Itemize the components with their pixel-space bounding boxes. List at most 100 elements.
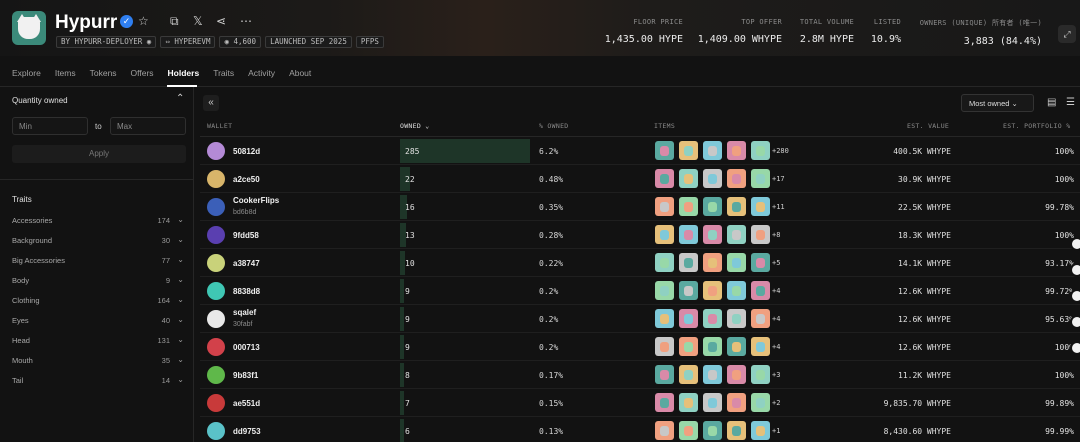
float-action-button[interactable]	[1070, 315, 1080, 329]
item-thumbnail[interactable]	[679, 141, 698, 160]
tab-about[interactable]: About	[289, 68, 311, 78]
item-thumbnail[interactable]	[679, 225, 698, 244]
chevron-up-icon[interactable]: ⌃	[176, 93, 184, 104]
table-row[interactable]: 50812d 285 6.2% +280 400.5K WHYPE 100%	[200, 137, 1080, 165]
more-items-count[interactable]: +4	[772, 287, 780, 295]
item-thumbnail[interactable]	[727, 393, 746, 412]
table-row[interactable]: sqalef 30fabf 9 0.2% +4 12.6K WHYPE 95.63%	[200, 305, 1080, 333]
item-thumbnail[interactable]	[679, 365, 698, 384]
item-thumbnail[interactable]	[703, 141, 722, 160]
max-input[interactable]: Max	[110, 117, 186, 135]
item-thumbnail[interactable]	[655, 337, 674, 356]
item-thumbnail[interactable]	[751, 365, 770, 384]
sort-select[interactable]: Most owned ⌄	[961, 94, 1034, 112]
grid-view-icon[interactable]: ☰	[1066, 97, 1075, 108]
item-thumbnail[interactable]	[727, 337, 746, 356]
item-thumbnail[interactable]	[727, 197, 746, 216]
item-thumbnail[interactable]	[751, 281, 770, 300]
apply-button[interactable]: Apply	[12, 145, 186, 163]
item-thumbnail[interactable]	[751, 421, 770, 440]
wallet-name[interactable]: 000713	[233, 343, 260, 352]
more-items-count[interactable]: +2	[772, 399, 780, 407]
more-items-count[interactable]: +1	[772, 427, 780, 435]
tab-traits[interactable]: Traits	[213, 68, 234, 78]
more-items-count[interactable]: +3	[772, 371, 780, 379]
item-thumbnail[interactable]	[679, 281, 698, 300]
float-action-button[interactable]	[1070, 263, 1080, 277]
wallet-name[interactable]: a2ce50	[233, 175, 260, 184]
wallet-name[interactable]: sqalef	[233, 308, 256, 317]
table-row[interactable]: CookerFlips bd6b8d 16 0.35% +11 22.5K WHYPE 99…	[200, 193, 1080, 221]
item-thumbnail[interactable]	[679, 337, 698, 356]
wallet-name[interactable]: 9b83f1	[233, 371, 258, 380]
item-thumbnail[interactable]	[751, 225, 770, 244]
tab-items[interactable]: Items	[55, 68, 76, 78]
header-owned[interactable]: OWNED ⌄	[400, 122, 430, 130]
float-action-button[interactable]	[1070, 237, 1080, 251]
item-thumbnail[interactable]	[703, 253, 722, 272]
more-items-count[interactable]: +17	[772, 175, 785, 183]
tab-activity[interactable]: Activity	[248, 68, 275, 78]
item-thumbnail[interactable]	[679, 197, 698, 216]
share-icon[interactable]: ⋖	[216, 14, 226, 28]
item-thumbnail[interactable]	[751, 253, 770, 272]
collapse-sidebar-button[interactable]: «	[203, 95, 219, 111]
item-thumbnail[interactable]	[703, 225, 722, 244]
item-thumbnail[interactable]	[655, 393, 674, 412]
table-row[interactable]: a38747 10 0.22% +5 14.1K WHYPE 93.17%	[200, 249, 1080, 277]
item-thumbnail[interactable]	[655, 365, 674, 384]
item-thumbnail[interactable]	[655, 225, 674, 244]
item-thumbnail[interactable]	[703, 337, 722, 356]
trait-filter-tail[interactable]: Tail 14 ⌄	[12, 375, 186, 388]
star-icon[interactable]: ☆	[138, 14, 149, 28]
trait-filter-accessories[interactable]: Accessories 174 ⌄	[12, 215, 186, 228]
item-thumbnail[interactable]	[751, 393, 770, 412]
tab-offers[interactable]: Offers	[131, 68, 154, 78]
item-thumbnail[interactable]	[703, 393, 722, 412]
table-row[interactable]: ae551d 7 0.15% +2 9,835.70 WHYPE 99.89%	[200, 389, 1080, 417]
float-action-button[interactable]	[1070, 289, 1080, 303]
wallet-address[interactable]: 30fabf	[233, 321, 252, 328]
wallet-name[interactable]: 8838d8	[233, 287, 260, 296]
table-row[interactable]: a2ce50 22 0.48% +17 30.9K WHYPE 100%	[200, 165, 1080, 193]
item-thumbnail[interactable]	[751, 197, 770, 216]
item-thumbnail[interactable]	[703, 365, 722, 384]
wallet-name[interactable]: CookerFlips	[233, 196, 279, 205]
table-row[interactable]: 9fdd58 13 0.28% +8 18.3K WHYPE 100%	[200, 221, 1080, 249]
item-thumbnail[interactable]	[655, 169, 674, 188]
item-thumbnail[interactable]	[727, 281, 746, 300]
wallet-name[interactable]: a38747	[233, 259, 260, 268]
item-thumbnail[interactable]	[655, 309, 674, 328]
item-thumbnail[interactable]	[655, 197, 674, 216]
more-items-count[interactable]: +5	[772, 259, 780, 267]
item-thumbnail[interactable]	[703, 281, 722, 300]
item-thumbnail[interactable]	[655, 253, 674, 272]
item-thumbnail[interactable]	[679, 169, 698, 188]
item-thumbnail[interactable]	[679, 393, 698, 412]
trait-filter-eyes[interactable]: Eyes 40 ⌄	[12, 315, 186, 328]
tab-tokens[interactable]: Tokens	[90, 68, 117, 78]
item-thumbnail[interactable]	[727, 253, 746, 272]
item-thumbnail[interactable]	[727, 141, 746, 160]
more-items-count[interactable]: +4	[772, 315, 780, 323]
badge-deployer[interactable]: BY HYPURR-DEPLOYER ◉	[56, 36, 157, 48]
item-thumbnail[interactable]	[679, 421, 698, 440]
item-thumbnail[interactable]	[727, 365, 746, 384]
tab-explore[interactable]: Explore	[12, 68, 41, 78]
item-thumbnail[interactable]	[703, 197, 722, 216]
table-row[interactable]: 8838d8 9 0.2% +4 12.6K WHYPE 99.72%	[200, 277, 1080, 305]
expand-icon[interactable]: ⤢	[1058, 25, 1076, 43]
table-row[interactable]: 000713 9 0.2% +4 12.6K WHYPE 100%	[200, 333, 1080, 361]
more-items-count[interactable]: +280	[772, 147, 789, 155]
trait-filter-big-accessories[interactable]: Big Accessories 77 ⌄	[12, 255, 186, 268]
item-thumbnail[interactable]	[655, 421, 674, 440]
quantity-owned-title[interactable]: Quantity owned	[12, 96, 68, 105]
more-items-count[interactable]: +8	[772, 231, 780, 239]
item-thumbnail[interactable]	[727, 225, 746, 244]
table-row[interactable]: dd9753 6 0.13% +1 8,430.60 WHYPE 99.99%	[200, 417, 1080, 442]
wallet-name[interactable]: dd9753	[233, 427, 261, 436]
item-thumbnail[interactable]	[655, 281, 674, 300]
item-thumbnail[interactable]	[655, 141, 674, 160]
item-thumbnail[interactable]	[703, 421, 722, 440]
table-row[interactable]: 9b83f1 8 0.17% +3 11.2K WHYPE 100%	[200, 361, 1080, 389]
